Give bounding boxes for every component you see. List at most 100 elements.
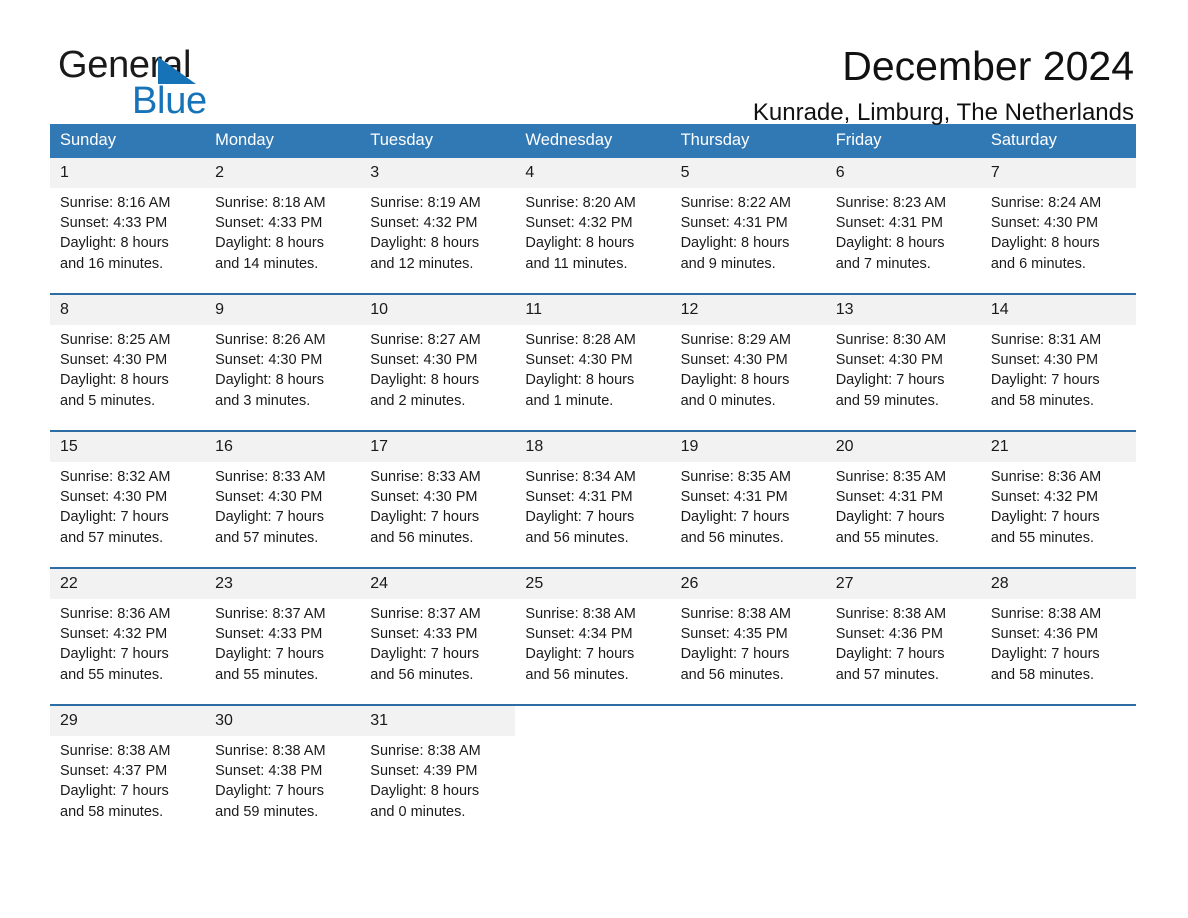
- daylight-text-line2: and 55 minutes.: [60, 666, 164, 683]
- week-1-info-row: Sunrise: 8:16 AM Sunset: 4:33 PM Dayligh…: [50, 188, 1136, 294]
- daylight-text-line2: and 0 minutes.: [370, 803, 466, 820]
- day-cell-empty: [980, 736, 1136, 842]
- sunrise-text: Sunrise: 8:16 AM: [60, 195, 171, 211]
- week-3-info-row: Sunrise: 8:32 AM Sunset: 4:30 PM Dayligh…: [50, 462, 1136, 568]
- sunrise-text: Sunrise: 8:38 AM: [680, 606, 791, 622]
- day-number: 7: [980, 158, 1136, 188]
- daylight-text-line1: Daylight: 7 hours: [60, 646, 169, 663]
- week-5-info-row: Sunrise: 8:38 AM Sunset: 4:37 PM Dayligh…: [50, 736, 1136, 842]
- week-3-daynum-row: 15 16 17 18 19 20 21: [50, 430, 1136, 462]
- day-cell: Sunrise: 8:38 AM Sunset: 4:37 PM Dayligh…: [50, 736, 206, 842]
- day-number: 1: [50, 158, 206, 188]
- daylight-text-line1: Daylight: 8 hours: [680, 235, 790, 252]
- daylight-text-line1: Daylight: 7 hours: [60, 783, 169, 800]
- day-number: 31: [360, 704, 516, 736]
- sunset-text: Sunset: 4:30 PM: [370, 489, 478, 506]
- day-number: 3: [360, 158, 516, 188]
- daylight-text-line1: Daylight: 7 hours: [835, 509, 945, 526]
- day-cell: Sunrise: 8:33 AM Sunset: 4:30 PM Dayligh…: [205, 462, 361, 568]
- day-number: 25: [515, 567, 671, 599]
- sunset-text: Sunset: 4:31 PM: [525, 489, 633, 506]
- day-cell: Sunrise: 8:32 AM Sunset: 4:30 PM Dayligh…: [50, 462, 206, 568]
- sunrise-text: Sunrise: 8:37 AM: [370, 606, 481, 622]
- daylight-text-line1: Daylight: 7 hours: [60, 509, 169, 526]
- daylight-text-line2: and 12 minutes.: [370, 255, 474, 272]
- daylight-text-line2: and 5 minutes.: [60, 392, 156, 409]
- sunset-text: Sunset: 4:32 PM: [525, 215, 633, 232]
- daylight-text-line2: and 11 minutes.: [525, 255, 628, 272]
- sunset-text: Sunset: 4:32 PM: [990, 489, 1099, 506]
- day-number: 30: [205, 704, 361, 736]
- daylight-text-line1: Daylight: 8 hours: [60, 372, 169, 389]
- day-cell: Sunrise: 8:34 AM Sunset: 4:31 PM Dayligh…: [515, 462, 671, 568]
- daylight-text-line2: and 59 minutes.: [215, 803, 319, 820]
- daylight-text-line2: and 0 minutes.: [680, 392, 776, 409]
- week-1-daynum-row: 1 2 3 4 5 6 7: [50, 158, 1136, 188]
- sunrise-text: Sunrise: 8:25 AM: [60, 332, 171, 348]
- day-cell: Sunrise: 8:25 AM Sunset: 4:30 PM Dayligh…: [50, 325, 206, 431]
- sunrise-text: Sunrise: 8:27 AM: [370, 332, 481, 348]
- day-number: 15: [50, 430, 206, 462]
- day-number: 24: [360, 567, 516, 599]
- daylight-text-line2: and 16 minutes.: [60, 255, 164, 272]
- sunrise-text: Sunrise: 8:38 AM: [215, 743, 326, 759]
- day-cell: Sunrise: 8:31 AM Sunset: 4:30 PM Dayligh…: [980, 325, 1136, 431]
- daylight-text-line1: Daylight: 7 hours: [215, 783, 324, 800]
- sunrise-text: Sunrise: 8:35 AM: [680, 469, 791, 485]
- day-cell-empty: [670, 736, 826, 842]
- sunrise-text: Sunrise: 8:38 AM: [990, 606, 1102, 622]
- sunrise-text: Sunrise: 8:28 AM: [525, 332, 636, 348]
- daylight-text-line2: and 56 minutes.: [370, 666, 474, 683]
- day-number: 8: [50, 293, 206, 325]
- day-cell: Sunrise: 8:38 AM Sunset: 4:38 PM Dayligh…: [205, 736, 361, 842]
- daylight-text-line1: Daylight: 7 hours: [680, 509, 790, 526]
- daylight-text-line2: and 9 minutes.: [680, 255, 776, 272]
- sunrise-text: Sunrise: 8:38 AM: [835, 606, 947, 622]
- daylight-text-line1: Daylight: 8 hours: [215, 235, 324, 252]
- sunrise-text: Sunrise: 8:35 AM: [835, 469, 947, 485]
- daylight-text-line2: and 55 minutes.: [990, 529, 1095, 546]
- sunset-text: Sunset: 4:31 PM: [680, 215, 788, 232]
- day-cell: Sunrise: 8:20 AM Sunset: 4:32 PM Dayligh…: [515, 188, 671, 294]
- sunrise-text: Sunrise: 8:23 AM: [835, 195, 947, 211]
- day-cell-empty: [825, 736, 981, 842]
- sunrise-text: Sunrise: 8:22 AM: [680, 195, 791, 211]
- day-number: 16: [205, 430, 361, 462]
- daylight-text-line1: Daylight: 7 hours: [990, 372, 1100, 389]
- daylight-text-line1: Daylight: 8 hours: [835, 235, 945, 252]
- daylight-text-line2: and 56 minutes.: [525, 529, 629, 546]
- sunset-text: Sunset: 4:35 PM: [680, 626, 788, 643]
- day-number: 4: [515, 158, 671, 188]
- daylight-text-line1: Daylight: 7 hours: [680, 646, 790, 663]
- daylight-text-line1: Daylight: 7 hours: [835, 372, 945, 389]
- sunrise-text: Sunrise: 8:18 AM: [215, 195, 326, 211]
- daylight-text-line2: and 14 minutes.: [215, 255, 319, 272]
- day-number: 19: [670, 430, 826, 462]
- sunrise-text: Sunrise: 8:38 AM: [370, 743, 481, 759]
- daylight-text-line1: Daylight: 8 hours: [370, 372, 480, 389]
- daylight-text-line2: and 56 minutes.: [680, 529, 784, 546]
- sunset-text: Sunset: 4:39 PM: [370, 763, 478, 780]
- sunset-text: Sunset: 4:33 PM: [215, 626, 323, 643]
- week-4-info-row: Sunrise: 8:36 AM Sunset: 4:32 PM Dayligh…: [50, 599, 1136, 705]
- daylight-text-line2: and 55 minutes.: [835, 529, 939, 546]
- sunrise-text: Sunrise: 8:33 AM: [215, 469, 326, 485]
- sunrise-text: Sunrise: 8:26 AM: [215, 332, 326, 348]
- day-number: 6: [825, 158, 981, 188]
- daylight-text-line2: and 3 minutes.: [215, 392, 311, 409]
- day-number: 20: [825, 430, 981, 462]
- daylight-text-line1: Daylight: 8 hours: [60, 235, 169, 252]
- day-cell: Sunrise: 8:28 AM Sunset: 4:30 PM Dayligh…: [515, 325, 671, 431]
- daylight-text-line1: Daylight: 8 hours: [990, 235, 1100, 252]
- daylight-text-line1: Daylight: 8 hours: [370, 235, 480, 252]
- day-number: 11: [515, 293, 671, 325]
- sunset-text: Sunset: 4:33 PM: [60, 215, 168, 232]
- daylight-text-line2: and 56 minutes.: [525, 666, 629, 683]
- sunset-text: Sunset: 4:31 PM: [835, 489, 943, 506]
- day-number: 27: [825, 567, 981, 599]
- day-number: 12: [670, 293, 826, 325]
- day-number: 21: [980, 430, 1136, 462]
- sunset-text: Sunset: 4:31 PM: [835, 215, 943, 232]
- day-cell: Sunrise: 8:24 AM Sunset: 4:30 PM Dayligh…: [980, 188, 1136, 294]
- daylight-text-line1: Daylight: 8 hours: [525, 372, 635, 389]
